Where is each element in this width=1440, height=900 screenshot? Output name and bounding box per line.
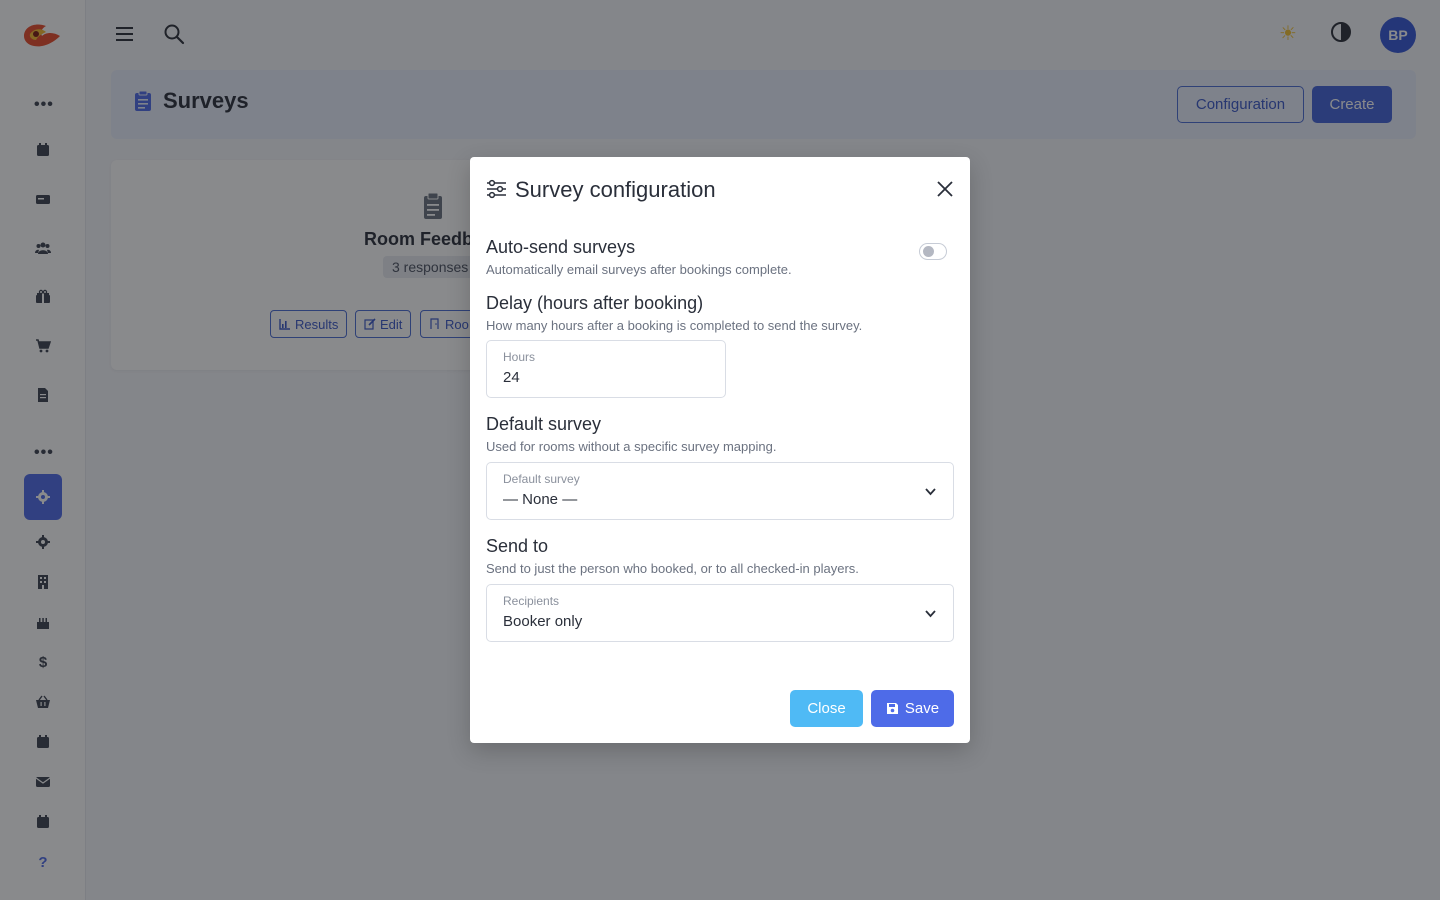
auto-send-title: Auto-send surveys (486, 237, 636, 257)
hours-field[interactable]: Hours 24 (486, 340, 726, 398)
chevron-down-icon (925, 610, 936, 618)
close-icon[interactable] (936, 180, 954, 198)
default-survey-desc: Used for rooms without a specific survey… (486, 439, 777, 454)
default-survey-label: Default survey (503, 472, 580, 486)
send-to-desc: Send to just the person who booked, or t… (486, 561, 859, 576)
hours-value[interactable]: 24 (503, 369, 520, 386)
modal-title: Survey configuration (515, 177, 716, 202)
recipients-label: Recipients (503, 594, 560, 608)
auto-send-toggle[interactable] (919, 243, 947, 260)
toggle-knob (923, 246, 934, 257)
save-button[interactable]: Save (871, 690, 954, 727)
delay-title: Delay (hours after booking) (486, 293, 704, 313)
survey-configuration-modal: Survey configuration Auto-send surveys A… (470, 157, 970, 743)
save-icon (886, 703, 898, 714)
send-to-title: Send to (486, 536, 549, 556)
default-survey-title: Default survey (486, 414, 602, 434)
recipients-select[interactable]: Recipients Booker only (486, 584, 954, 642)
chevron-down-icon (925, 488, 936, 496)
sliders-icon (487, 179, 506, 199)
hours-label: Hours (503, 350, 536, 364)
recipients-value: Booker only (503, 613, 583, 630)
close-button[interactable]: Close (790, 690, 863, 727)
default-survey-value: — None — (503, 491, 578, 508)
delay-desc: How many hours after a booking is comple… (486, 318, 863, 333)
save-label: Save (904, 700, 940, 717)
default-survey-select[interactable]: Default survey — None — (486, 462, 954, 520)
auto-send-desc: Automatically email surveys after bookin… (486, 262, 792, 277)
